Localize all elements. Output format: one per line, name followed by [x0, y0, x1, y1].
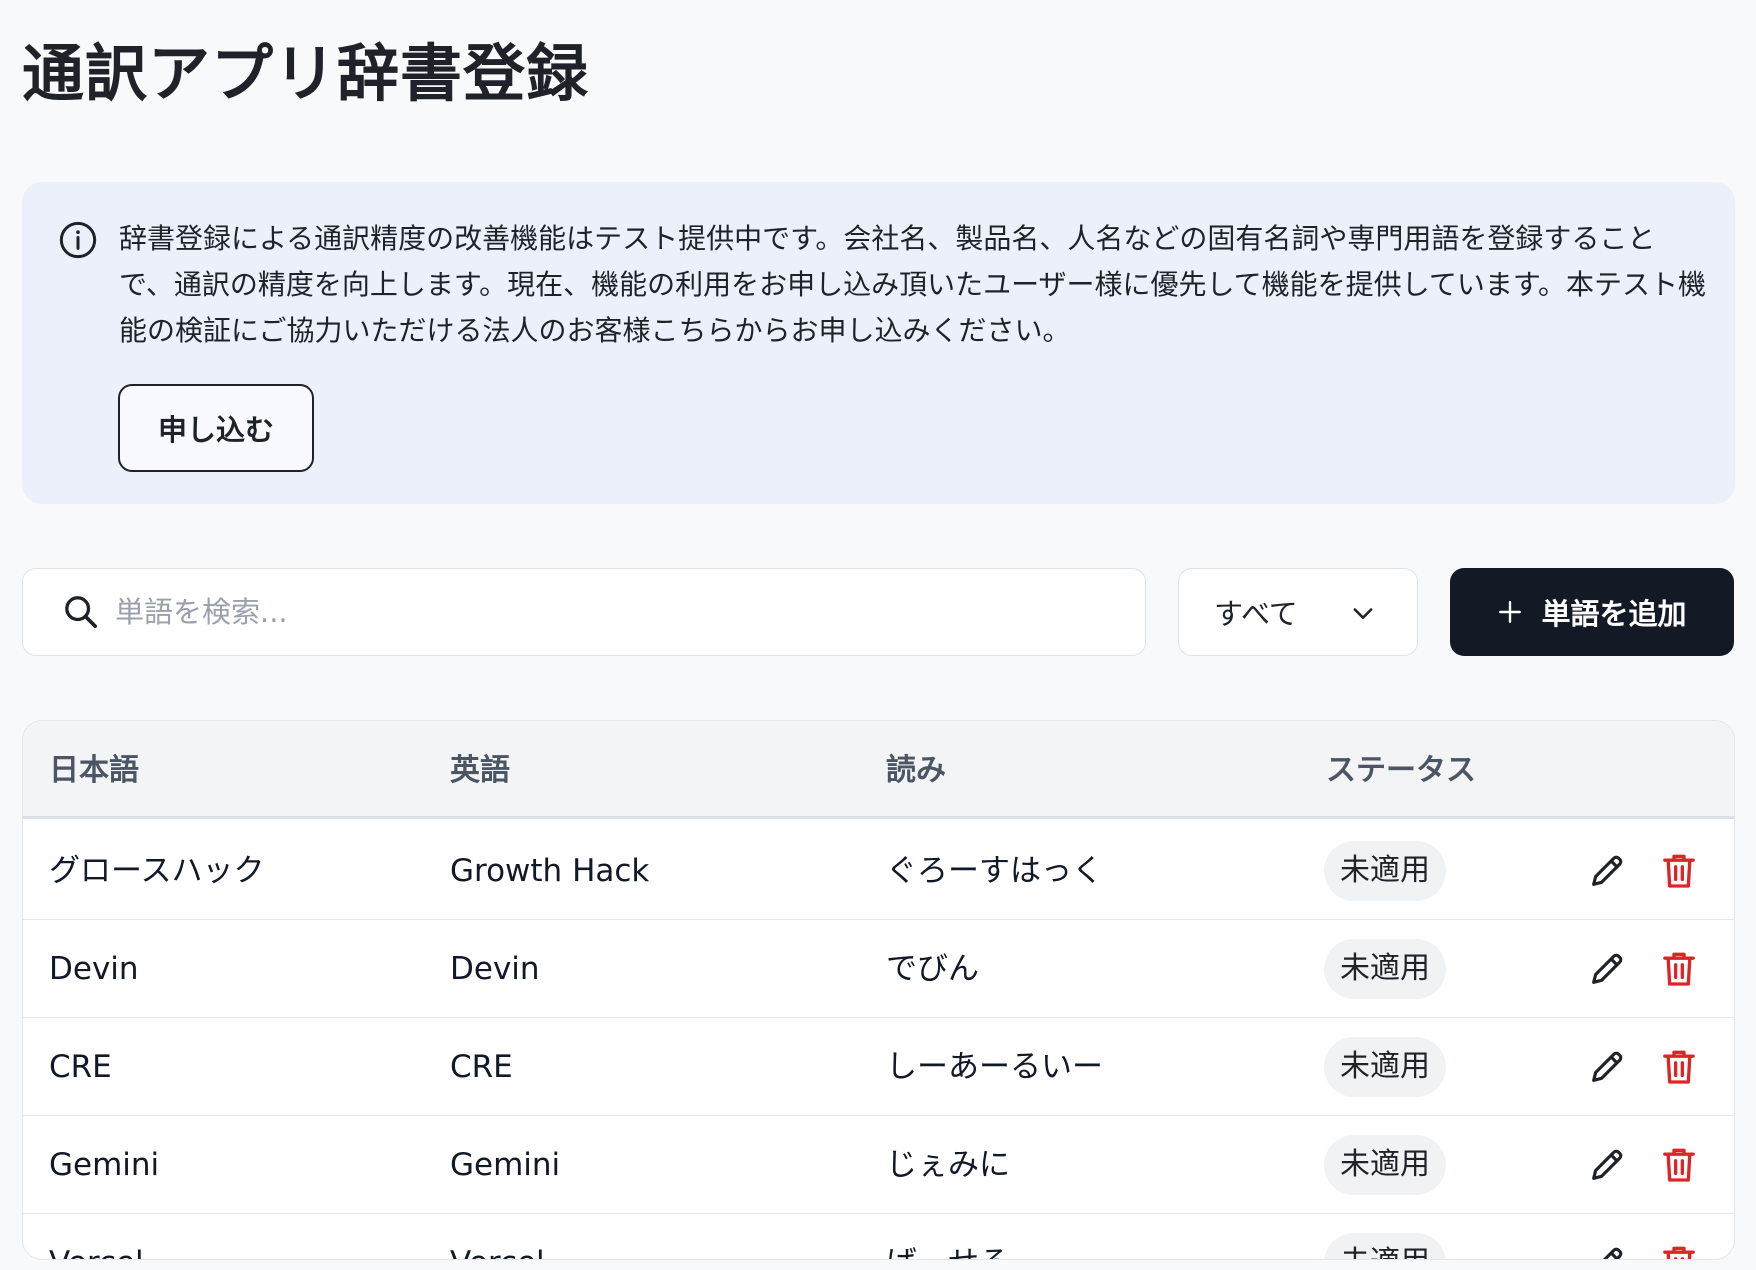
add-word-button[interactable]: 単語を追加: [1450, 568, 1734, 656]
column-header-english: 英語: [450, 753, 510, 788]
cell-english: CRE: [450, 1049, 513, 1085]
table-row: Gemini Gemini じぇみに 未適用: [23, 1116, 1734, 1214]
notice-text: 辞書登録による通訳精度の改善機能はテスト提供中です。会社名、製品名、人名などの固…: [119, 222, 1707, 347]
cell-japanese: Devin: [49, 951, 139, 987]
pencil-icon[interactable]: [1587, 1243, 1627, 1259]
status-filter-select[interactable]: すべて: [1178, 568, 1418, 656]
table-row: グロースハック Growth Hack ぐろーすはっく 未適用: [23, 822, 1734, 920]
cell-english: Devin: [450, 951, 540, 987]
cell-english: Growth Hack: [450, 853, 650, 889]
column-header-status: ステータス: [1326, 753, 1476, 788]
cell-reading: ばーせる: [886, 1243, 1010, 1259]
table-row: CRE CRE しーあーるいー 未適用: [23, 1018, 1734, 1116]
search-input[interactable]: [115, 582, 1145, 642]
column-header-reading: 読み: [886, 753, 946, 788]
trash-icon[interactable]: [1659, 949, 1699, 989]
trash-icon[interactable]: [1659, 1047, 1699, 1087]
status-badge: 未適用: [1324, 841, 1446, 901]
status-badge: 未適用: [1324, 1233, 1446, 1259]
pencil-icon[interactable]: [1587, 1145, 1627, 1185]
pencil-icon[interactable]: [1587, 949, 1627, 989]
plus-icon: [1499, 601, 1522, 623]
filter-selected-value: すべて: [1214, 597, 1298, 631]
cell-reading: しーあーるいー: [886, 1049, 1103, 1085]
cell-japanese: CRE: [49, 1049, 112, 1085]
cell-english: Vercel: [450, 1243, 545, 1259]
table-row: Devin Devin でびん 未適用: [23, 920, 1734, 1018]
trash-icon[interactable]: [1659, 1243, 1699, 1259]
table-row: Vercel Vercel ばーせる 未適用: [23, 1214, 1734, 1259]
search-icon: [65, 596, 97, 628]
cell-japanese: Gemini: [49, 1147, 160, 1183]
cell-reading: ぐろーすはっく: [886, 853, 1103, 889]
dictionary-table: 日本語 英語 読み ステータス グロースハック Growth Hack ぐろーすはっ…: [22, 720, 1735, 1260]
dictionary-page: 通訳アプリ辞書登録 辞書登録による通訳精度の改善機能はテスト提供中です。会社名、…: [0, 0, 1756, 1270]
trash-icon[interactable]: [1659, 1145, 1699, 1185]
pencil-icon[interactable]: [1587, 851, 1627, 891]
notice-box: 辞書登録による通訳精度の改善機能はテスト提供中です。会社名、製品名、人名などの固…: [22, 182, 1735, 504]
status-badge: 未適用: [1324, 939, 1446, 999]
info-icon: [59, 221, 97, 259]
pencil-icon[interactable]: [1587, 1047, 1627, 1087]
cell-english: Gemini: [450, 1147, 561, 1183]
cell-japanese: グロースハック: [49, 853, 265, 889]
cell-japanese: Vercel: [49, 1243, 144, 1259]
status-badge: 未適用: [1324, 1037, 1446, 1097]
column-header-japanese: 日本語: [49, 753, 139, 788]
trash-icon[interactable]: [1659, 851, 1699, 891]
chevron-down-icon: [1353, 608, 1373, 619]
cell-reading: でびん: [886, 951, 979, 987]
search-box[interactable]: [22, 568, 1146, 656]
cell-reading: じぇみに: [886, 1147, 1010, 1183]
apply-button[interactable]: 申し込む: [118, 384, 314, 472]
table-header: 日本語 英語 読み ステータス: [23, 721, 1734, 819]
add-word-label: 単語を追加: [1541, 597, 1687, 631]
page-title: 通訳アプリ辞書登録: [22, 37, 590, 110]
status-badge: 未適用: [1324, 1135, 1446, 1195]
